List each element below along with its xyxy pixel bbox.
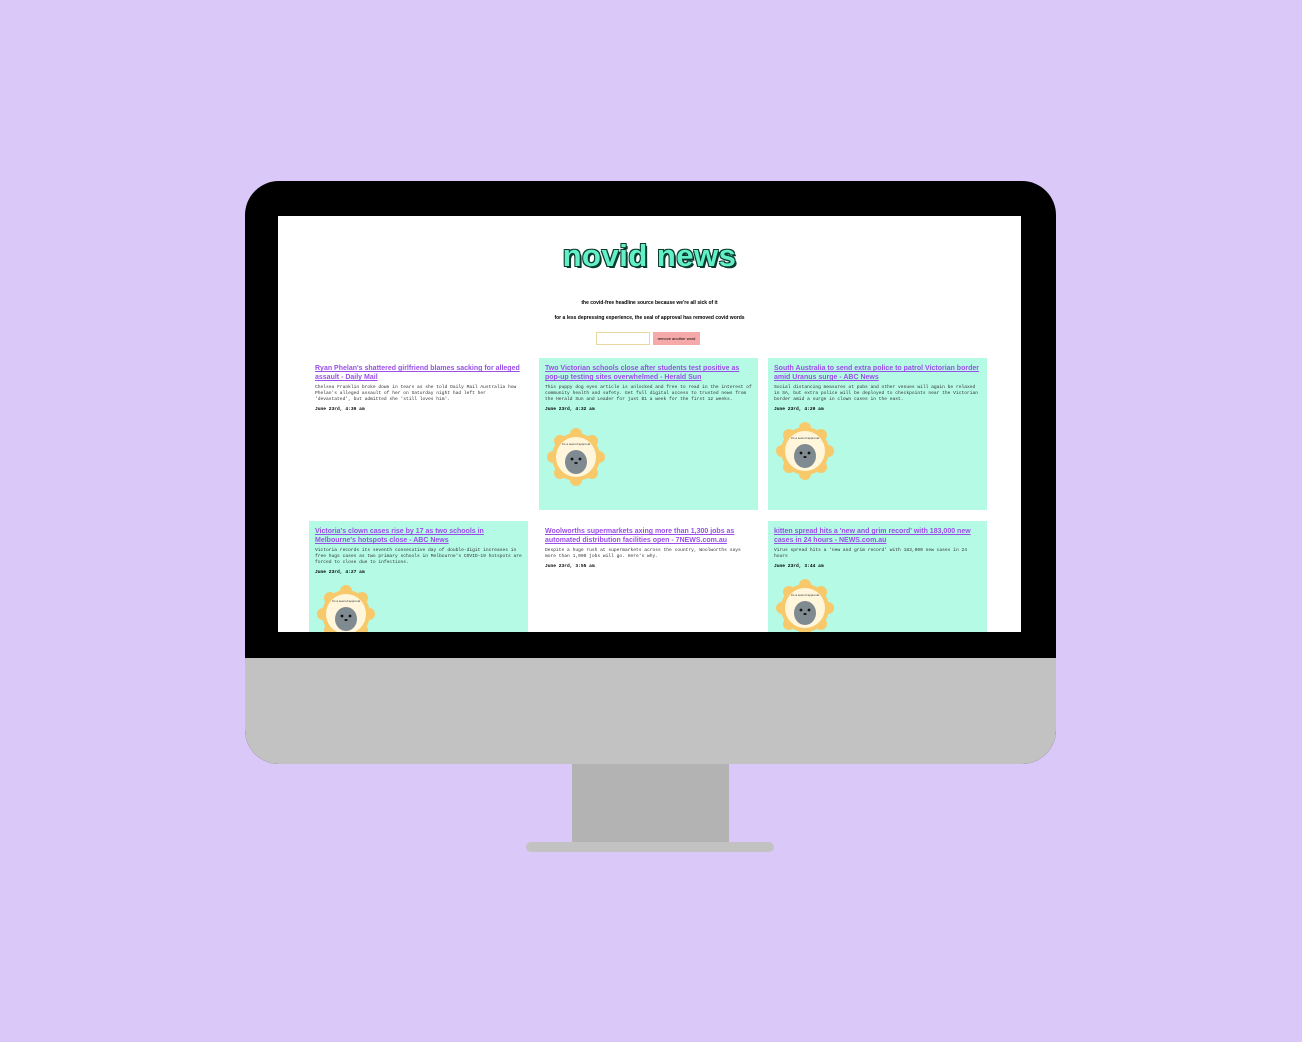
browser-screen: novid news the covid-free headline sourc… bbox=[278, 216, 1021, 632]
article-headline-link[interactable]: Two Victorian schools close after studen… bbox=[545, 364, 752, 382]
seal-badge-text: it's a seal of approval bbox=[562, 442, 590, 446]
article-summary: Social distancing measures at pubs and o… bbox=[774, 385, 978, 402]
seal-badge-text: it's a seal of approval bbox=[332, 599, 360, 603]
seal-badge-text: it's a seal of approval bbox=[791, 593, 819, 597]
article-card: South Australia to send extra police to … bbox=[768, 358, 987, 510]
monitor-stand-base bbox=[526, 842, 774, 852]
seal-of-approval-icon: it's a seal of approval bbox=[776, 422, 834, 480]
article-date: June 23rd, 4:20 am bbox=[774, 407, 824, 412]
article-card: kitten spread hits a 'new and grim recor… bbox=[768, 521, 987, 632]
remove-word-button[interactable]: remove another word bbox=[653, 332, 700, 345]
monitor-chin bbox=[245, 658, 1056, 764]
article-headline-link[interactable]: South Australia to send extra police to … bbox=[774, 364, 981, 382]
article-date: June 23rd, 4:30 am bbox=[315, 407, 365, 412]
article-card: Woolworths supermarkets axing more than … bbox=[539, 521, 758, 632]
article-headline-link[interactable]: Victoria's clown cases rise by 17 as two… bbox=[315, 527, 522, 545]
article-summary: Virus spread hits a 'new and grim record… bbox=[774, 548, 967, 559]
article-date: June 23rd, 3:44 am bbox=[774, 564, 824, 569]
site-title: novid news bbox=[562, 238, 737, 273]
word-input[interactable] bbox=[596, 332, 650, 345]
seal-badge-text: it's a seal of approval bbox=[791, 436, 819, 440]
article-headline-link[interactable]: kitten spread hits a 'new and grim recor… bbox=[774, 527, 981, 545]
article-date: June 23rd, 4:32 am bbox=[545, 407, 595, 412]
article-date: June 23rd, 4:27 am bbox=[315, 570, 365, 575]
article-date: June 23rd, 3:55 am bbox=[545, 564, 595, 569]
article-card: Two Victorian schools close after studen… bbox=[539, 358, 758, 510]
article-card: Ryan Phelan's shattered girlfriend blame… bbox=[309, 358, 528, 510]
seal-of-approval-icon: it's a seal of approval bbox=[776, 579, 834, 632]
article-summary: Despite a huge rush at supermarkets acro… bbox=[545, 548, 741, 559]
article-summary: This puppy dog eyes article is unlocked … bbox=[545, 385, 752, 402]
article-summary: Chelsea Franklin broke down in tears as … bbox=[315, 385, 517, 402]
article-headline-link[interactable]: Woolworths supermarkets axing more than … bbox=[545, 527, 752, 545]
article-headline-link[interactable]: Ryan Phelan's shattered girlfriend blame… bbox=[315, 364, 522, 382]
seal-of-approval-icon: it's a seal of approval bbox=[547, 428, 605, 486]
site-tagline: the covid-free headline source because w… bbox=[581, 300, 718, 306]
article-card: Victoria's clown cases rise by 17 as two… bbox=[309, 521, 528, 632]
article-summary: Victoria records its seventh consecutive… bbox=[315, 548, 522, 565]
monitor-frame: novid news the covid-free headline sourc… bbox=[245, 181, 1056, 764]
monitor-stand-neck bbox=[572, 764, 729, 842]
seal-of-approval-icon: it's a seal of approval bbox=[317, 585, 375, 632]
site-subtagline: for a less depressing experience, the se… bbox=[554, 315, 745, 321]
